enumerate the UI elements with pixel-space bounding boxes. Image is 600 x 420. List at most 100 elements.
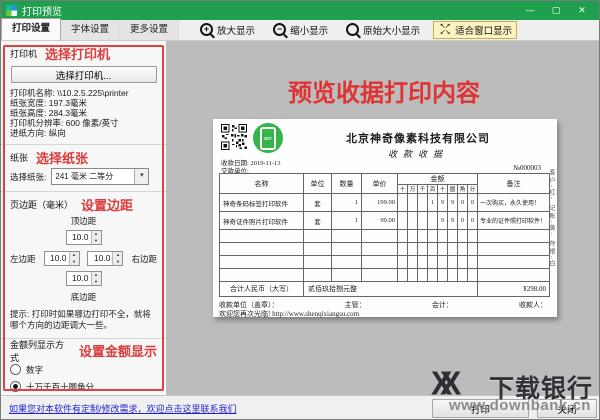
print-preview-window: 打印预览 — ▢ ✕ 打印设置 字体设置 更多设置 + 放大显示 − 缩小显示 … — [0, 0, 600, 420]
minimize-button[interactable]: — — [518, 2, 542, 19]
app-icon — [6, 5, 17, 16]
close-dialog-button[interactable]: 关闭 — [537, 399, 597, 418]
zoom-out-label: 缩小显示 — [290, 23, 328, 37]
empty-table-row — [220, 243, 550, 256]
original-size-label: 原始大小显示 — [363, 23, 420, 37]
left-margin-value: 10.0 — [45, 252, 69, 265]
annotation-preview-hint: 预览收据打印内容 — [288, 73, 480, 108]
qr-code — [221, 124, 247, 150]
table-row: 神奇证件照片打印软件 套 1 99.00 9 9 0 0 专业的证件照打印软件！ — [220, 212, 550, 230]
paper-select-label: 选择纸张: — [10, 171, 46, 183]
fit-window-label: 适合窗口显示 — [455, 23, 512, 37]
receipt-footer-text: 欢迎您再次光临! http://www.shenqixiangsu.com — [219, 309, 359, 319]
printer-section: 打印机 选择打印机 选择打印机... 打印机名称: \\10.2.5.225\p… — [1, 41, 166, 145]
printer-name: 打印机名称: \\10.2.5.225\printer — [10, 88, 157, 98]
right-margin-label: 右边距 — [131, 253, 157, 265]
stepper-arrows-icon[interactable]: ▲▼ — [91, 272, 101, 285]
radio-amount-columns[interactable]: 十万千百十圆角分 — [10, 381, 157, 393]
bottom-margin-label: 底边距 — [10, 291, 157, 303]
empty-table-row — [220, 269, 550, 282]
printer-resolution: 打印机分辨率: 600 像素/英寸 — [10, 118, 157, 128]
phone-icon: DIY — [260, 127, 276, 150]
zoom-in-icon: + — [200, 23, 213, 36]
amount-section-title: 金额列显示方式 — [10, 338, 71, 364]
fit-window-button[interactable]: ↖↗↙↘ 适合窗口显示 — [433, 21, 517, 39]
radio-amount-columns-label: 十万千百十圆角分 — [26, 381, 94, 393]
paper-size-select[interactable]: 241 毫米 二等分 ▾ — [51, 168, 149, 185]
receipt-number: №000003 — [513, 164, 541, 172]
original-size-button[interactable]: 原始大小显示 — [341, 21, 425, 39]
col-unit: 单位 — [304, 174, 332, 194]
maximize-button[interactable]: ▢ — [544, 2, 568, 19]
bottom-margin-stepper[interactable]: 10.0 ▲▼ — [66, 271, 102, 286]
print-button[interactable]: 打印 — [432, 399, 529, 418]
zoom-toolbar: + 放大显示 − 缩小显示 原始大小显示 ↖↗↙↘ 适合窗口显示 — [195, 19, 517, 40]
annotation-set-margins: 设置边距 — [81, 195, 133, 214]
amount-display-section: 金额列显示方式 设置金额显示 数字 十万千百十圆角分 — [1, 339, 166, 395]
empty-table-row — [220, 230, 550, 243]
margins-section-title: 页边距（毫米） — [10, 198, 73, 211]
fit-window-icon: ↖↗↙↘ — [438, 24, 451, 36]
table-header-row: 名称 单位 数量 单价 金额 备注 — [220, 174, 550, 185]
right-margin-stepper[interactable]: 10.0 ▲▼ — [87, 251, 123, 266]
receipt-table: 名称 单位 数量 单价 金额 备注 十 万 千 百 十 圆 角 分 — [219, 173, 550, 297]
margins-section: 页边距（毫米） 设置边距 顶边距 10.0 ▲▼ 左边距 10.0 ▲▼ 10.… — [1, 192, 166, 339]
col-remark: 备注 — [478, 174, 550, 194]
receipt-copy-note: 客户-红- 记账-黄- 存根-白 — [547, 169, 556, 309]
feed-direction: 进纸方向: 纵向 — [10, 128, 157, 138]
paper-width: 纸张宽度: 197.3毫米 — [10, 98, 157, 108]
contact-link[interactable]: 如果您对本软件有定制/修改需求，欢迎点击这里联系我们 — [9, 402, 237, 415]
stepper-arrows-icon[interactable]: ▲▼ — [91, 231, 101, 244]
printer-section-title: 打印机 — [10, 47, 37, 60]
margin-tip-text: 提示: 打印时如果哪边打印不全，就将哪个方向的边距调大一些。 — [10, 309, 157, 332]
empty-table-row — [220, 256, 550, 269]
tab-print-settings[interactable]: 打印设置 — [1, 18, 61, 40]
radio-amount-numeric[interactable]: 数字 — [10, 364, 157, 376]
bottom-margin-value: 10.0 — [67, 272, 91, 285]
receipt-date: 2019-11-13 — [250, 160, 280, 167]
zoom-out-icon: − — [273, 23, 286, 36]
radio-amount-numeric-label: 数字 — [26, 364, 43, 376]
col-price: 单价 — [362, 174, 398, 194]
col-qty: 数量 — [332, 174, 362, 194]
col-amount: 金额 — [398, 174, 478, 185]
left-margin-stepper[interactable]: 10.0 ▲▼ — [44, 251, 80, 266]
total-row: 合计人民币（大写） 贰佰玖拾捌元整 ¥298.00 — [220, 282, 550, 297]
bottom-bar: 如果您对本软件有定制/修改需求，欢迎点击这里联系我们 打印 关闭 — [1, 395, 599, 419]
annotation-select-paper: 选择纸张 — [36, 148, 88, 167]
receipt-title: 收款收据 — [293, 147, 543, 160]
paper-section: 纸张 选择纸张 选择纸张: 241 毫米 二等分 ▾ — [1, 145, 166, 192]
paper-section-title: 纸张 — [10, 151, 28, 164]
annotation-set-amount: 设置金额显示 — [79, 341, 157, 360]
left-margin-label: 左边距 — [10, 253, 36, 265]
stepper-arrows-icon[interactable]: ▲▼ — [69, 252, 79, 265]
radio-checked-icon — [10, 381, 21, 392]
top-margin-label: 顶边距 — [10, 215, 157, 227]
top-margin-stepper[interactable]: 10.0 ▲▼ — [66, 230, 102, 245]
company-logo: DIY — [253, 123, 283, 153]
tab-more-settings[interactable]: 更多设置 — [120, 20, 179, 40]
table-row: 神奇条码标签打印软件 套 1 199.00 1 9 9 0 0 一次购买，永久使… — [220, 194, 550, 212]
tab-font-settings[interactable]: 字体设置 — [61, 20, 120, 40]
zoom-in-button[interactable]: + 放大显示 — [195, 21, 260, 39]
tab-toolbar-row: 打印设置 字体设置 更多设置 + 放大显示 − 缩小显示 原始大小显示 ↖↗↙↘… — [1, 20, 599, 41]
settings-panel: 打印机 选择打印机 选择打印机... 打印机名称: \\10.2.5.225\p… — [1, 41, 167, 395]
stepper-arrows-icon[interactable]: ▲▼ — [112, 252, 122, 265]
paper-height: 纸张高度: 284.3毫米 — [10, 108, 157, 118]
preview-area: 预览收据打印内容 DIY 北京神奇像素科技有限公司 收款收据 收款日期: 201… — [167, 41, 600, 395]
zoom-out-button[interactable]: − 缩小显示 — [268, 21, 333, 39]
right-margin-value: 10.0 — [88, 252, 112, 265]
zoom-in-label: 放大显示 — [217, 23, 255, 37]
chevron-down-icon[interactable]: ▾ — [134, 169, 148, 184]
radio-unchecked-icon — [10, 364, 21, 375]
receipt-company-name: 北京神奇像素科技有限公司 — [293, 130, 543, 146]
annotation-select-printer: 选择打印机 — [45, 44, 110, 63]
top-margin-value: 10.0 — [67, 231, 91, 244]
close-button[interactable]: ✕ — [570, 2, 594, 19]
select-printer-button[interactable]: 选择打印机... — [11, 66, 157, 83]
window-controls: — ▢ ✕ — [518, 2, 594, 19]
col-name: 名称 — [220, 174, 304, 194]
magnifier-icon — [346, 23, 359, 36]
window-title: 打印预览 — [22, 3, 518, 18]
paper-size-value: 241 毫米 二等分 — [52, 171, 134, 182]
